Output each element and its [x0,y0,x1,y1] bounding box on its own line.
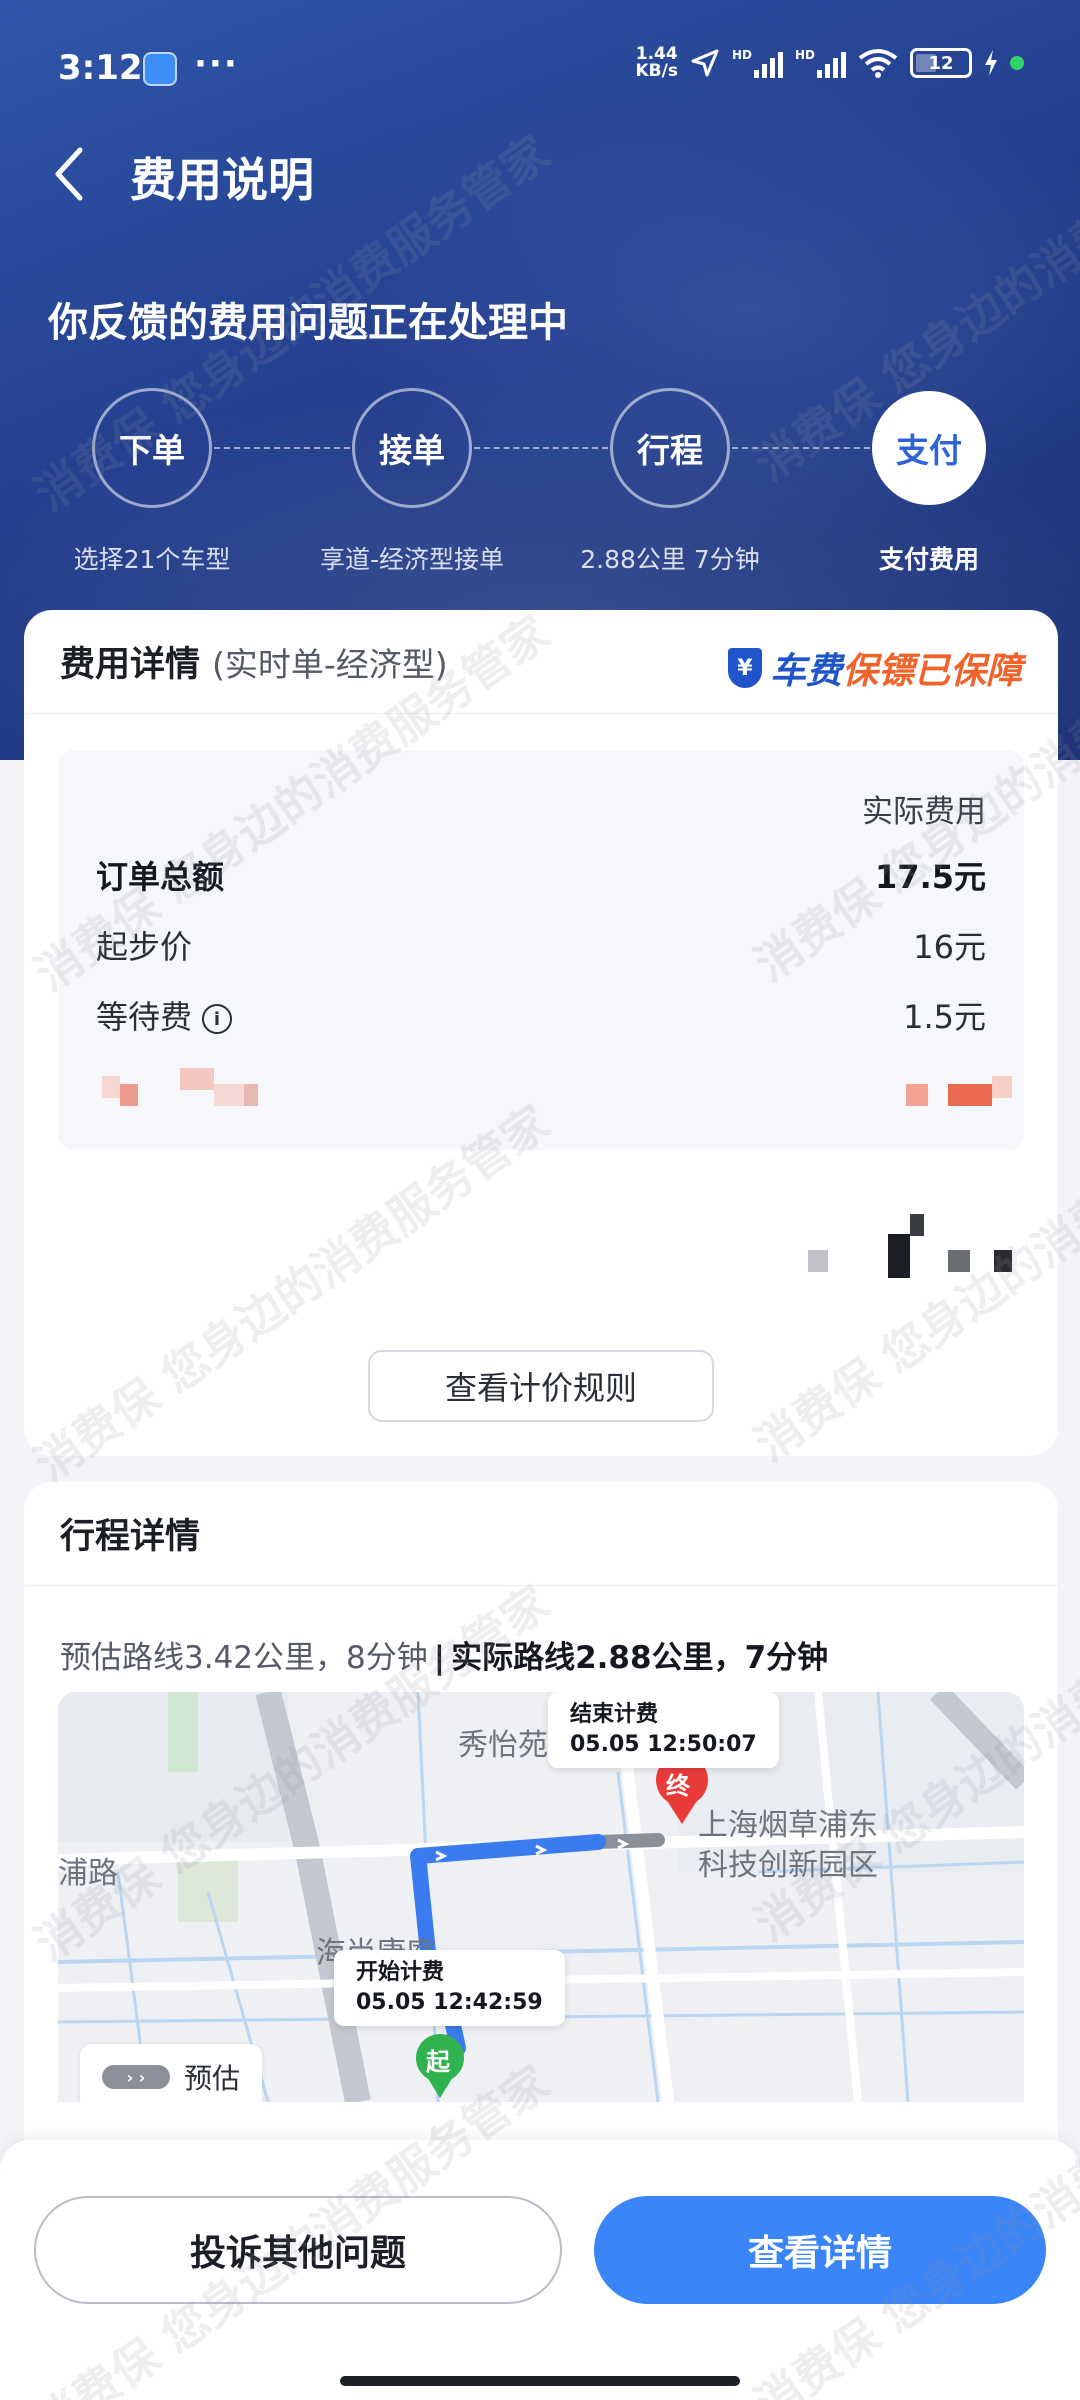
step-trip-sub: 2.88公里 7分钟 [580,545,760,574]
status-bar: 3:12 ··· 1.44 KB/s HD HD 12 [0,0,1080,140]
fee-breakdown-panel: 实际费用 订单总额 17.5元 起步价 16元 等待费 i 1.5元 [58,750,1024,1150]
step-connector [474,447,608,449]
privacy-indicator-dot [1010,56,1024,70]
complain-other-issue-button[interactable]: 投诉其他问题 [34,2196,562,2304]
fee-row-total: 订单总额 17.5元 [96,858,986,896]
step-pay-sub: 支付费用 [878,545,979,574]
step-accept: 接单 [352,388,472,508]
more-notifications-icon: ··· [194,44,239,84]
fee-row-waiting: 等待费 i 1.5元 [96,998,986,1036]
fee-card-title: 费用详情 [60,645,201,685]
shield-icon: ¥ [727,648,762,688]
fee-detail-card: 费用详情 (实时单-经济型) ¥ 车费 保镖 已保障 实际费用 订单总额 17.5元… [24,610,1058,1456]
status-time: 3:12 [58,48,143,88]
estimate-route-chip-icon: › › [102,2065,170,2089]
network-speed: 1.44 KB/s [635,44,678,81]
start-billing-callout: 开始计费 05.05 12:42:59 [334,1950,565,2026]
wifi-icon [858,49,898,78]
battery-icon: 12 [910,48,972,78]
progress-title: 你反馈的费用问题正在处理中 [48,300,568,346]
trip-detail-card: 行程详情 预估路线3.42公里，8分钟 | 实际路线2.88公里，7分钟 秀怡苑… [24,1482,1058,2222]
fare-guarantee-badge: ¥ 车费 保镖 已保障 [727,642,1022,694]
start-marker: 起 [426,2048,450,2076]
route-map[interactable]: 秀怡苑 上海烟草浦东 科技创新园区 浦路 海尚康庭 终 起 结束计费 05.05… [58,1692,1024,2102]
bottom-action-bar: 投诉其他问题 查看详情 [0,2140,1080,2400]
info-icon[interactable]: i [202,1004,233,1034]
app-notification-icon [143,52,177,86]
home-indicator[interactable] [340,2376,740,2386]
map-legend-estimate: › › 预估 [80,2044,263,2102]
step-pay: 支付 [872,391,986,505]
location-arrow-icon [691,49,719,77]
back-button[interactable] [46,142,94,206]
chevron-left-icon [55,147,83,201]
map-label-road: 浦路 [58,1856,118,1891]
map-label-park-2: 科技创新园区 [698,1848,878,1883]
page-title: 费用说明 [130,153,314,207]
map-label-park-1: 上海烟草浦东 [698,1808,878,1843]
trip-summary: 预估路线3.42公里，8分钟 | 实际路线2.88公里，7分钟 [60,1640,829,1676]
end-marker: 终 [666,1772,690,1800]
map-label-xiuyiyuan: 秀怡苑 [458,1728,548,1763]
step-connector [214,447,350,449]
step-connector [732,447,870,449]
step-order-sub: 选择21个车型 [73,545,231,574]
step-accept-sub: 享道-经济型接单 [319,545,505,574]
trip-card-title: 行程详情 [60,1517,201,1557]
fee-row-base: 起步价 16元 [96,928,986,966]
pricing-rules-button[interactable]: 查看计价规则 [368,1350,714,1422]
charging-icon [985,50,997,76]
end-billing-callout: 结束计费 05.05 12:50:07 [548,1692,779,1768]
actual-fee-header: 实际费用 [862,794,986,830]
signal-icon-1: HD [732,48,783,78]
step-trip: 行程 [610,388,730,508]
step-order: 下单 [92,388,212,508]
signal-icon-2: HD [795,48,846,78]
fee-card-subtitle: (实时单-经济型) [212,644,448,684]
view-details-button[interactable]: 查看详情 [594,2196,1046,2304]
